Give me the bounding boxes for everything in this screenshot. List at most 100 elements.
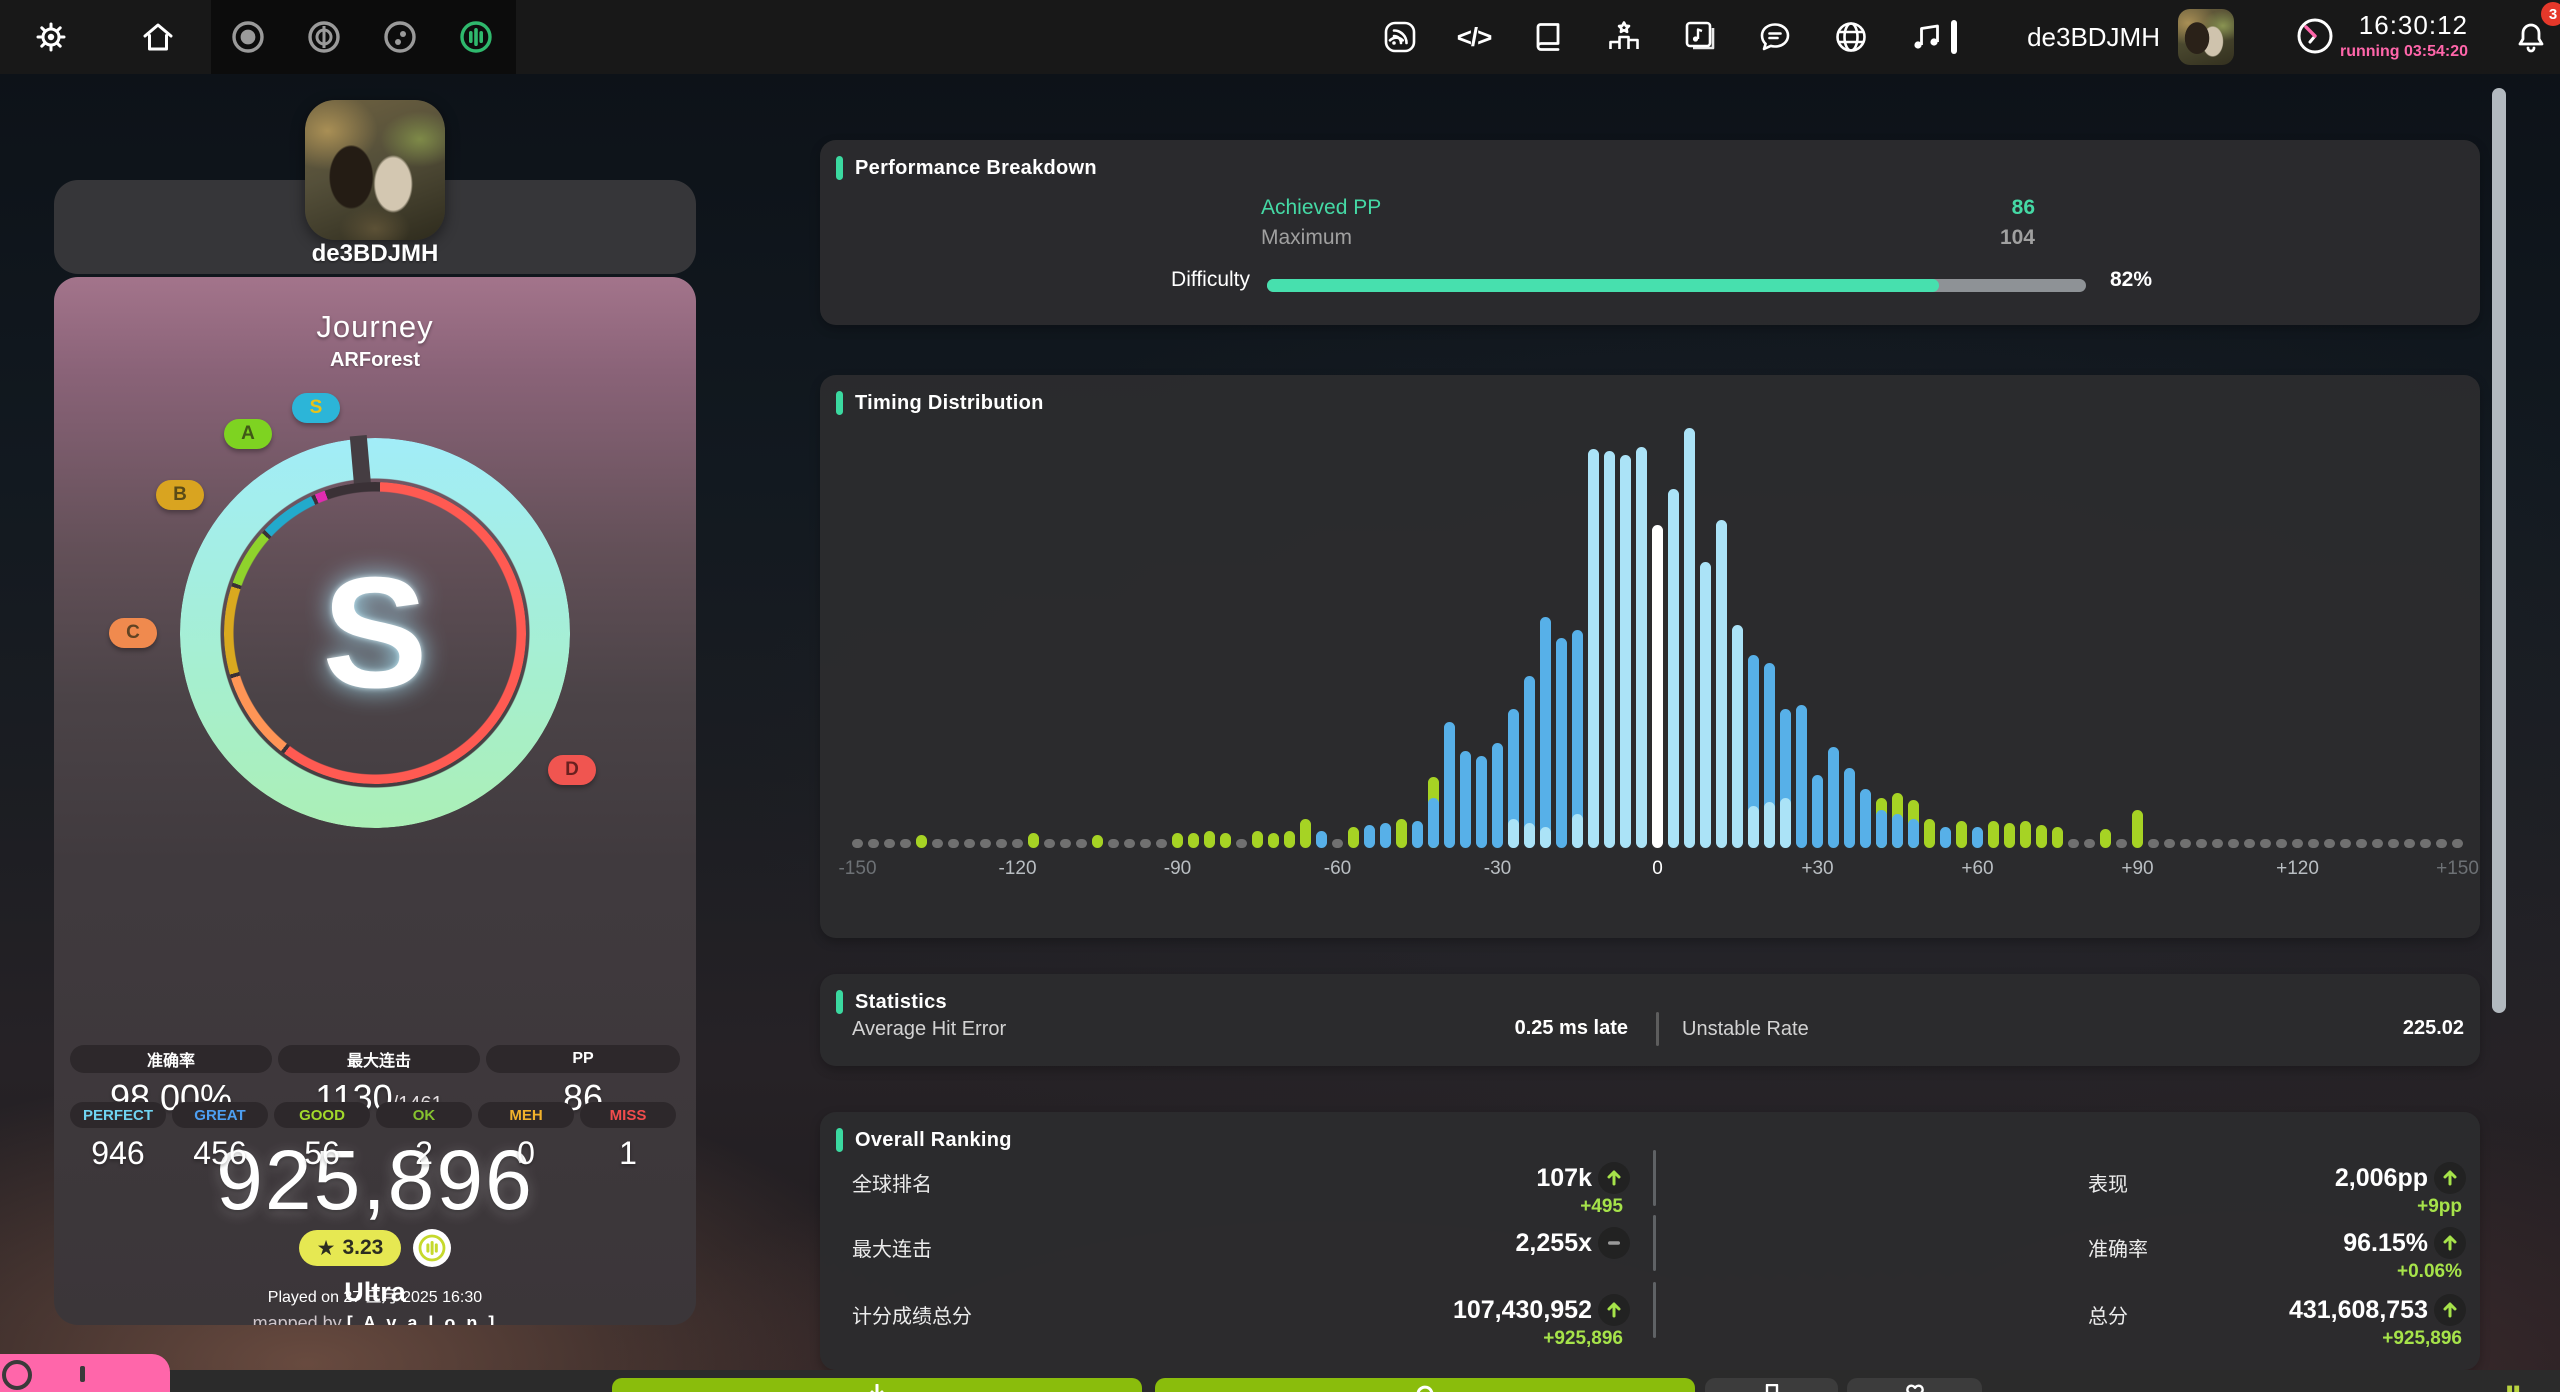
ranking-label: 准确率 (2088, 1233, 2148, 1262)
player-avatar[interactable] (305, 100, 445, 240)
hit-error-bar (1236, 839, 1247, 848)
ranking-delta: +925,896 (2382, 1328, 2462, 1350)
hit-error-bar (1444, 722, 1455, 848)
hit-error-bar (900, 839, 911, 848)
header-accent-bar (836, 156, 843, 180)
clock-button[interactable] (2296, 17, 2334, 55)
star-icon: ★ (317, 1236, 336, 1261)
hit-error-bar (1940, 827, 1951, 848)
ranking-value: 431,608,753 (2289, 1296, 2428, 1325)
hit-error-bar (2436, 839, 2447, 848)
toolbar-clock[interactable]: 16:30:12 running 03:54:20 (2340, 10, 2468, 61)
export-score-button[interactable] (1705, 1378, 1838, 1392)
hit-error-bar (2452, 839, 2463, 848)
hit-error-bar (916, 835, 927, 848)
hit-error-bar (1924, 819, 1935, 848)
grade-letter: S (180, 438, 570, 828)
now-playing-indicator (1951, 20, 1957, 54)
back-button[interactable] (0, 1354, 170, 1392)
trend-up-icon (1598, 1294, 1630, 1326)
hit-error-bar (1076, 839, 1087, 848)
grade-badge-s: S (292, 393, 340, 423)
column-divider (1653, 1150, 1656, 1206)
ruleset-catch-button[interactable] (381, 18, 419, 56)
hit-error-bar (1684, 428, 1695, 848)
accuracy-header: 准确率 (70, 1045, 272, 1073)
header-accent-bar (836, 391, 843, 415)
notification-count-badge[interactable]: 3 (2541, 2, 2560, 26)
mania-ruleset-icon (457, 18, 495, 56)
hit-error-bar (1252, 831, 1263, 848)
dev-build-button[interactable]: </> (1455, 18, 1493, 56)
x-axis-tick: -90 (1164, 858, 1191, 880)
toolbar-username[interactable]: de3BDJMH (2027, 22, 2160, 53)
now-playing-button[interactable] (1907, 18, 1945, 56)
hit-error-bar (964, 839, 975, 848)
overall-ranking-panel: Overall Ranking 全球排名107k+495最大连击2,255x计分… (820, 1112, 2480, 1370)
judgement-label-miss: MISS (580, 1102, 676, 1128)
column-divider (1653, 1215, 1656, 1271)
ranking-title: Overall Ranking (855, 1129, 1012, 1152)
judgement-count-perfect: 946 (70, 1135, 166, 1172)
hit-error-bar (2196, 839, 2207, 848)
avg-hit-error-value: 0.25 ms late (1470, 1017, 1628, 1040)
hit-error-bar (2292, 839, 2303, 848)
download-icon (867, 1384, 887, 1392)
settings-button[interactable] (32, 18, 70, 56)
hit-error-bar (1860, 789, 1871, 848)
hit-error-bar (2324, 839, 2335, 848)
osu-results-screen: </> (0, 0, 2560, 1392)
difficulty-progress-fill (1267, 279, 1939, 292)
hit-error-bar (1108, 839, 1119, 848)
hit-error-bar (852, 839, 863, 848)
hit-error-bar (1652, 525, 1663, 848)
mapper-name[interactable]: [ A v a l o n ] (347, 1313, 498, 1325)
judgement-label-good: GOOD (274, 1102, 370, 1128)
ruleset-mania-button-active[interactable] (457, 18, 495, 56)
chat-button[interactable] (1756, 18, 1794, 56)
beatmap-listing-button[interactable] (1681, 18, 1719, 56)
osu-cookie-icon (2, 1360, 32, 1390)
judgement-label-ok: OK (376, 1102, 472, 1128)
hit-error-bar (1908, 819, 1919, 848)
favourite-button[interactable] (1847, 1378, 1982, 1392)
hit-error-bar (1588, 449, 1599, 848)
hit-error-bar (948, 839, 959, 848)
toolbar-avatar[interactable] (2178, 9, 2234, 65)
hit-error-bar (2404, 839, 2415, 848)
judgement-count-great: 456 (172, 1135, 268, 1172)
difficulty-row: ★ 3.23 (54, 1229, 696, 1267)
save-replay-button[interactable] (612, 1378, 1142, 1392)
hit-error-bar (980, 839, 991, 848)
notifications-button[interactable] (2512, 18, 2550, 56)
dashboard-button[interactable] (1832, 18, 1870, 56)
hit-error-bar (1956, 821, 1967, 848)
music-note-icon (1908, 19, 1944, 55)
ranking-label: 计分成绩总分 (852, 1300, 972, 1329)
hit-error-bar (1732, 625, 1743, 848)
trend-up-icon (2434, 1162, 2466, 1194)
grade-badge-c: C (109, 618, 157, 648)
spectate-button[interactable] (1381, 18, 1419, 56)
hit-error-bar (1140, 839, 1151, 848)
hit-error-bar (2276, 839, 2287, 848)
home-button[interactable] (139, 18, 177, 56)
replay-icon (1415, 1384, 1435, 1392)
ruleset-taiko-button[interactable] (305, 18, 343, 56)
rankings-button[interactable] (1605, 18, 1643, 56)
ruleset-osu-button[interactable] (229, 18, 267, 56)
hit-error-bar (1220, 833, 1231, 848)
hit-error-bar (1092, 835, 1103, 848)
watch-replay-button[interactable] (1155, 1378, 1695, 1392)
hit-error-bar (2260, 839, 2271, 848)
hit-error-bar (2212, 839, 2223, 848)
hit-error-bar (1044, 839, 1055, 848)
x-axis-tick: -120 (998, 858, 1036, 880)
scrollbar-thumb[interactable] (2492, 88, 2506, 1013)
wiki-button[interactable] (1529, 18, 1567, 56)
judgement-label-great: GREAT (172, 1102, 268, 1128)
unstable-rate-label: Unstable Rate (1682, 1018, 1809, 1041)
hit-error-bar (1396, 819, 1407, 848)
catch-ruleset-icon (381, 18, 419, 56)
panel-header: Overall Ranking (836, 1128, 1012, 1152)
